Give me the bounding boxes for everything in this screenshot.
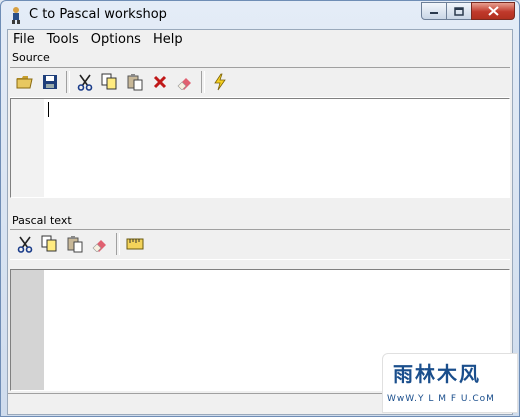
text-caret: [48, 102, 49, 117]
menu-options[interactable]: Options: [86, 30, 148, 48]
cut-icon: [17, 236, 33, 253]
watermark-url: WwW.Y L M F U.CoM: [387, 394, 495, 404]
source-label: Source: [12, 51, 50, 64]
ruler-icon: [126, 238, 144, 250]
pascal-copy-button[interactable]: [39, 233, 61, 255]
minimize-icon: [430, 12, 438, 14]
copy-button[interactable]: [99, 71, 121, 93]
copy-icon: [41, 235, 57, 252]
toolbar-separator: [66, 71, 70, 93]
pascal-paste-button[interactable]: [64, 233, 86, 255]
save-icon: [43, 75, 57, 89]
clear-button[interactable]: [174, 71, 196, 93]
convert-button[interactable]: [209, 71, 231, 93]
menu-file[interactable]: File: [8, 30, 42, 48]
delete-icon: [153, 75, 167, 89]
eraser-icon: [177, 78, 191, 90]
source-toolbar: [10, 67, 510, 98]
paste-icon: [67, 236, 83, 253]
toolbar-separator: [116, 233, 120, 255]
open-button[interactable]: [14, 71, 36, 93]
menu-bar: File Tools Options Help: [8, 30, 512, 48]
convert-lightning-icon: [214, 73, 226, 91]
close-icon: [487, 6, 499, 16]
toolbar-separator: [201, 71, 205, 93]
window-title: C to Pascal workshop: [29, 7, 167, 22]
app-window: C to Pascal workshop File Tools Options …: [0, 0, 520, 417]
source-editor[interactable]: [10, 98, 510, 198]
minimize-button[interactable]: [421, 2, 447, 20]
app-icon: [12, 7, 20, 24]
maximize-icon: [454, 6, 464, 16]
pascal-toolbar: [10, 229, 510, 260]
pascal-label: Pascal text: [12, 214, 72, 227]
source-gutter: [11, 99, 44, 197]
cut-icon: [77, 74, 93, 91]
eraser-icon: [92, 240, 106, 252]
paste-button[interactable]: [124, 71, 146, 93]
open-folder-icon: [16, 76, 33, 89]
menu-tools[interactable]: Tools: [42, 30, 86, 48]
menu-help[interactable]: Help: [148, 30, 190, 48]
copy-icon: [101, 73, 117, 90]
cut-button[interactable]: [74, 71, 96, 93]
paste-icon: [127, 74, 143, 91]
maximize-button[interactable]: [446, 2, 472, 20]
pascal-clear-button[interactable]: [89, 233, 111, 255]
delete-button[interactable]: [149, 71, 171, 93]
title-bar[interactable]: C to Pascal workshop: [1, 1, 519, 29]
close-button[interactable]: [471, 2, 515, 20]
ruler-button[interactable]: [124, 233, 146, 255]
watermark-text: 雨林木风: [393, 362, 481, 386]
watermark-logo: 雨林木风 WwW.Y L M F U.CoM: [382, 353, 518, 413]
pascal-gutter: [11, 270, 44, 390]
pascal-cut-button[interactable]: [14, 233, 36, 255]
save-button[interactable]: [39, 71, 61, 93]
